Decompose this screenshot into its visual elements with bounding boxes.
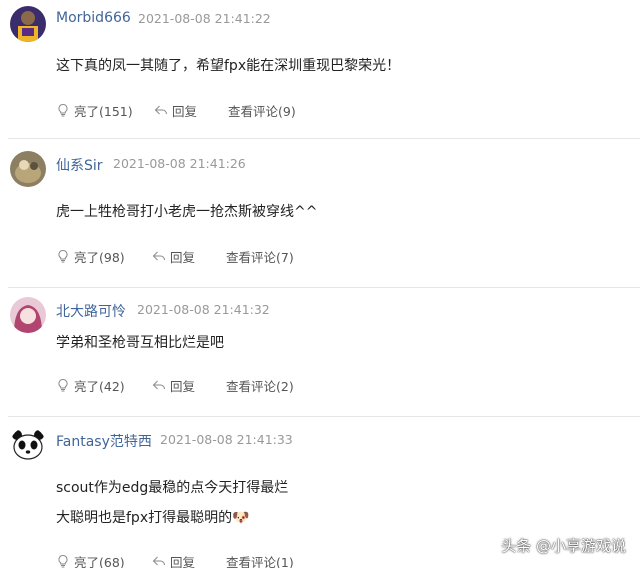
view-comments-link[interactable]: 查看评论(9) xyxy=(228,102,296,119)
reply-button[interactable]: 回复 xyxy=(154,102,198,119)
reply-arrow-icon xyxy=(152,556,165,566)
avatar[interactable] xyxy=(10,427,46,463)
view-comments-label: 查看评论(7) xyxy=(226,249,294,265)
reply-arrow-icon xyxy=(152,251,165,261)
like-button[interactable]: 亮了(151) xyxy=(56,102,133,119)
avatar-image-icon xyxy=(10,297,46,333)
username[interactable]: Fantasy范特西 xyxy=(56,431,152,451)
view-comments-label: 查看评论(9) xyxy=(228,103,296,119)
avatar[interactable] xyxy=(10,151,46,187)
view-comments-link[interactable]: 查看评论(1) xyxy=(226,553,294,568)
like-button[interactable]: 亮了(68) xyxy=(56,553,125,568)
username[interactable]: 仙系Sir xyxy=(56,155,103,175)
like-label: 亮了(98) xyxy=(74,249,125,265)
avatar[interactable] xyxy=(10,6,46,42)
avatar[interactable] xyxy=(10,297,46,333)
reply-label: 回复 xyxy=(170,554,196,568)
lightbulb-icon xyxy=(58,378,68,392)
reply-button[interactable]: 回复 xyxy=(152,248,196,265)
comment-text: 这下真的凤一其随了，希望fpx能在深圳重现巴黎荣光！ xyxy=(56,58,401,74)
comment-text: 大聪明也是fpx打得最聪明的🐶 xyxy=(56,510,250,526)
timestamp: 2021-08-08 21:41:33 xyxy=(160,432,293,447)
view-comments-link[interactable]: 查看评论(2) xyxy=(226,377,294,394)
view-comments-label: 查看评论(1) xyxy=(226,554,294,568)
reply-label: 回复 xyxy=(172,103,198,119)
timestamp: 2021-08-08 21:41:32 xyxy=(137,302,270,317)
view-comments-label: 查看评论(2) xyxy=(226,378,294,394)
avatar-image-icon xyxy=(10,151,46,187)
username[interactable]: 北大路可怜 xyxy=(56,301,126,321)
reply-arrow-icon xyxy=(152,380,165,390)
reply-arrow-icon xyxy=(154,105,167,115)
like-label: 亮了(151) xyxy=(74,103,133,119)
comment-text: scout作为edg最稳的点今天打得最烂 xyxy=(56,480,289,496)
panda-avatar-icon xyxy=(10,427,46,463)
watermark: 头条 @小享游戏说 xyxy=(501,537,626,555)
username[interactable]: Morbid666 xyxy=(56,10,131,26)
like-label: 亮了(42) xyxy=(74,378,125,394)
comment-text: 学弟和圣枪哥互相比烂是吧 xyxy=(56,335,224,351)
divider xyxy=(8,416,640,417)
avatar-image-icon xyxy=(10,6,46,42)
like-button[interactable]: 亮了(42) xyxy=(56,377,125,394)
timestamp: 2021-08-08 21:41:26 xyxy=(113,156,246,171)
like-button[interactable]: 亮了(98) xyxy=(56,248,125,265)
lightbulb-icon xyxy=(58,103,68,117)
reply-label: 回复 xyxy=(170,378,196,394)
reply-button[interactable]: 回复 xyxy=(152,553,195,568)
divider xyxy=(8,287,640,288)
reply-button[interactable]: 回复 xyxy=(152,377,196,394)
divider xyxy=(8,138,640,139)
reply-label: 回复 xyxy=(170,249,196,265)
timestamp: 2021-08-08 21:41:22 xyxy=(138,11,271,26)
view-comments-link[interactable]: 查看评论(7) xyxy=(226,248,294,265)
lightbulb-icon xyxy=(58,554,68,568)
lightbulb-icon xyxy=(58,249,68,263)
comment-text: 虎一上牲枪哥打小老虎一抢杰斯被穿线^^ xyxy=(56,204,318,220)
like-label: 亮了(68) xyxy=(74,554,125,568)
